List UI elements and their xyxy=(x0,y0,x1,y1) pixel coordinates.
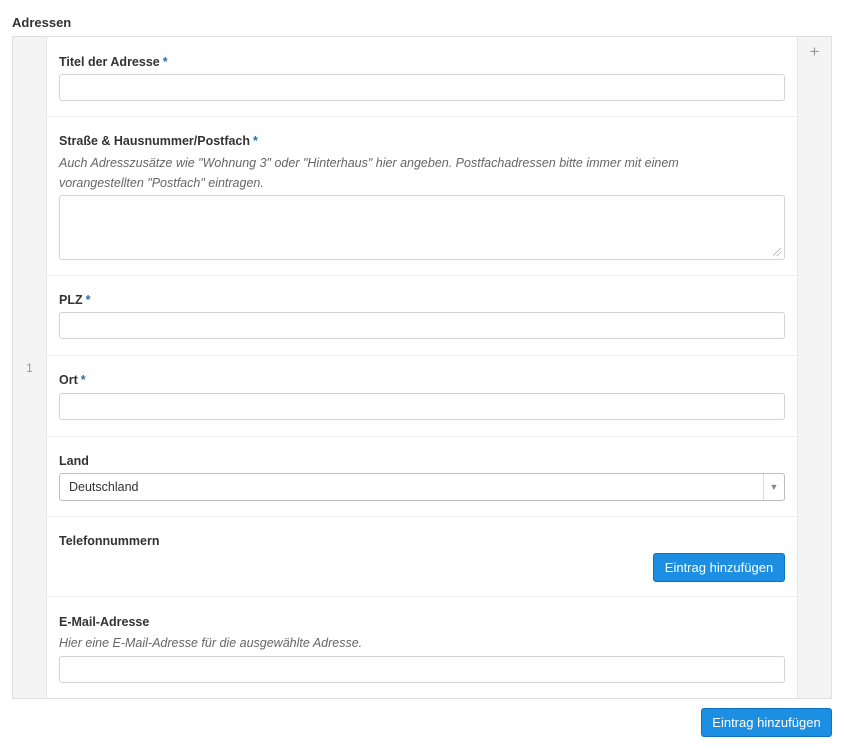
field-city-label: Ort * xyxy=(59,373,86,387)
chevron-down-icon[interactable]: ▼ xyxy=(763,474,784,500)
city-input[interactable] xyxy=(59,393,785,420)
required-marker: * xyxy=(80,373,86,387)
row-index[interactable]: 1 xyxy=(13,37,47,698)
zip-input[interactable] xyxy=(59,312,785,339)
field-zip-label: PLZ * xyxy=(59,293,91,307)
field-title: Titel der Adresse * xyxy=(47,37,797,117)
row-index-number: 1 xyxy=(26,360,33,375)
address-title-input[interactable] xyxy=(59,74,785,101)
field-street-label: Straße & Hausnummer/Postfach * xyxy=(59,134,258,148)
field-email: E-Mail-Adresse Hier eine E-Mail-Adresse … xyxy=(47,597,797,700)
field-zip: PLZ * xyxy=(47,276,797,356)
required-marker: * xyxy=(253,134,258,148)
country-select[interactable]: Deutschland ▼ xyxy=(59,473,785,501)
field-country-label: Land xyxy=(59,454,89,468)
required-marker: * xyxy=(162,55,168,69)
field-phones-label: Telefonnummern xyxy=(59,534,160,548)
add-address-entry-button[interactable]: Eintrag hinzufügen xyxy=(701,708,832,737)
field-title-label: Titel der Adresse * xyxy=(59,55,168,69)
field-street: Straße & Hausnummer/Postfach * Auch Adres… xyxy=(47,117,797,276)
address-repeater: 1 Titel der Adresse * Straße & Hausnummer… xyxy=(12,36,832,699)
country-selected-value: Deutschland xyxy=(69,480,139,494)
plus-icon[interactable]: + xyxy=(798,37,831,67)
field-country: Land Deutschland ▼ xyxy=(47,437,797,517)
street-textarea[interactable] xyxy=(59,195,785,260)
field-phones: Telefonnummern Eintrag hinzufügen xyxy=(47,517,797,597)
email-input[interactable] xyxy=(59,656,785,683)
address-row-fields: Titel der Adresse * Straße & Hausnummer/P… xyxy=(46,37,798,698)
field-city: Ort * xyxy=(47,356,797,437)
field-email-label: E-Mail-Adresse xyxy=(59,615,150,629)
field-email-instructions: Hier eine E-Mail-Adresse für die ausgewä… xyxy=(59,636,363,650)
resize-handle-icon[interactable] xyxy=(773,248,781,256)
field-street-instructions: Auch Adresszusätze wie "Wohnung 3" oder … xyxy=(59,156,679,190)
add-phone-entry-button[interactable]: Eintrag hinzufügen xyxy=(653,553,785,582)
required-marker: * xyxy=(85,293,91,307)
section-title: Adressen xyxy=(12,15,72,30)
